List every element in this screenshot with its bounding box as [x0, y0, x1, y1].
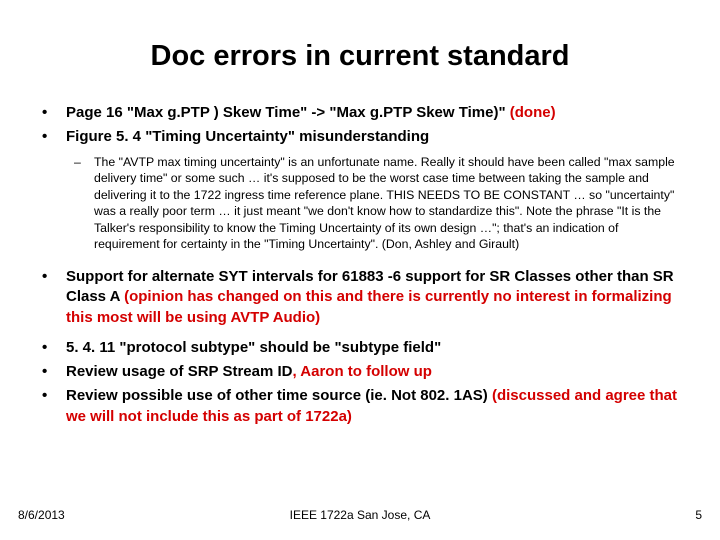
footer-center: IEEE 1722a San Jose, CA — [0, 508, 720, 522]
bullet-item: Review possible use of other time source… — [34, 386, 686, 427]
bullet-item: Page 16 "Max g.PTP ) Skew Time" -> "Max … — [34, 103, 686, 123]
slide-title: Doc errors in current standard — [34, 40, 686, 73]
bullet-text: Figure 5. 4 "Timing Uncertainty" misunde… — [66, 128, 429, 145]
bullet-text: 5. 4. 11 "protocol subtype" should be "s… — [66, 339, 441, 356]
bullet-item: Support for alternate SYT intervals for … — [34, 267, 686, 328]
slide: Doc errors in current standard Page 16 "… — [0, 0, 720, 540]
bullet-red: (done) — [510, 104, 556, 121]
bullet-red: , Aaron to follow up — [292, 363, 431, 380]
bullet-list-2: Support for alternate SYT intervals for … — [34, 267, 686, 427]
slide-footer: 8/6/2013 IEEE 1722a San Jose, CA 5 — [0, 508, 720, 522]
bullet-list-1: Page 16 "Max g.PTP ) Skew Time" -> "Max … — [34, 103, 686, 148]
sub-bullet-item: The "AVTP max timing uncertainty" is an … — [34, 154, 686, 254]
sub-bullet-list: The "AVTP max timing uncertainty" is an … — [34, 154, 686, 254]
bullet-item: Review usage of SRP Stream ID, Aaron to … — [34, 362, 686, 382]
bullet-red: (opinion has changed on this and there i… — [66, 288, 672, 325]
bullet-item: Figure 5. 4 "Timing Uncertainty" misunde… — [34, 127, 686, 147]
bullet-text: Review usage of SRP Stream ID — [66, 363, 292, 380]
bullet-text: Page 16 "Max g.PTP ) Skew Time" -> "Max … — [66, 104, 510, 121]
bullet-text: Review possible use of other time source… — [66, 387, 492, 404]
bullet-item: 5. 4. 11 "protocol subtype" should be "s… — [34, 338, 686, 358]
